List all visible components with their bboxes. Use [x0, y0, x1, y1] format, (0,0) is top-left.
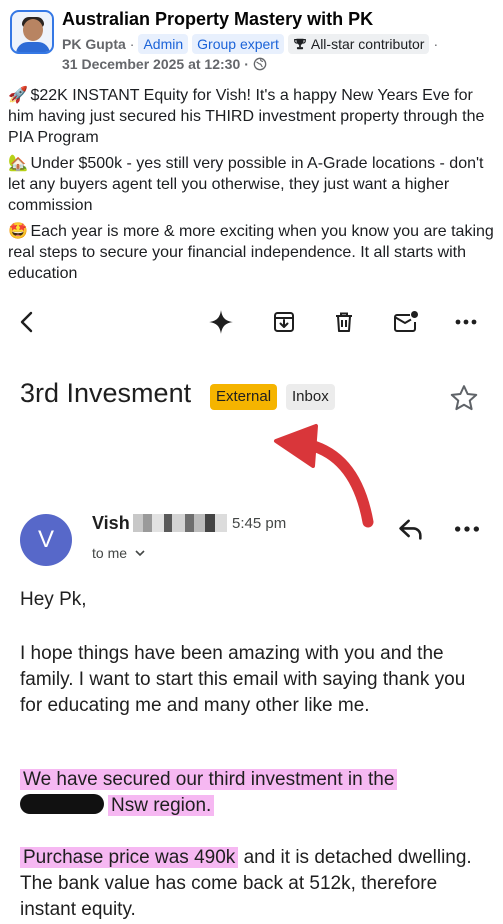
author-name[interactable]: PK Gupta — [62, 36, 126, 52]
avatar-face — [23, 19, 43, 41]
post-paragraph: 🏡 Under $500k - yes still very possible … — [8, 153, 498, 216]
globe-icon — [253, 57, 267, 71]
admin-badge: Admin — [138, 34, 189, 54]
email-time: 5:45 pm — [232, 515, 287, 532]
all-star-label: All-star contributor — [310, 36, 425, 52]
recipient-details[interactable]: to me — [92, 545, 145, 561]
recipient-label: to me — [92, 545, 128, 561]
sender-name[interactable]: Vish — [92, 513, 130, 534]
email-paragraph: Purchase price was 490k and it is detach… — [20, 845, 490, 923]
post-body: 🚀 $22K INSTANT Equity for Vish! It's a h… — [8, 85, 498, 289]
avatar-shirt — [16, 42, 50, 52]
reply-icon[interactable] — [397, 515, 425, 543]
gemini-sparkle-icon[interactable] — [205, 306, 237, 338]
post-date[interactable]: 31 December 2025 at 12:30 — [62, 56, 240, 72]
highlighted-text: Nsw region. — [108, 795, 215, 816]
separator-dot: · — [244, 56, 249, 72]
group-avatar[interactable] — [10, 10, 54, 54]
redacted-location — [20, 794, 104, 814]
email-paragraph-highlighted: We have secured our third investment in … — [20, 767, 490, 819]
post-paragraph: 🤩 Each year is more & more exciting when… — [8, 221, 498, 284]
post-paragraph-text: Under $500k - yes still very possible in… — [8, 155, 484, 214]
separator-dot: · — [433, 36, 439, 52]
pixelated-redaction — [133, 514, 227, 532]
post-paragraph-text: $22K INSTANT Equity for Vish! It's a hap… — [8, 87, 485, 146]
trophy-icon — [293, 38, 306, 50]
separator-dot: · — [129, 36, 135, 52]
external-label[interactable]: External — [210, 384, 278, 410]
more-options-icon[interactable] — [453, 515, 481, 543]
post-date-row: 31 December 2025 at 12:30 · — [62, 56, 267, 72]
email-subject: 3rd Invesment — [20, 378, 192, 408]
back-arrow-icon[interactable] — [12, 306, 44, 338]
all-star-badge: All-star contributor — [287, 34, 430, 54]
email-paragraph: I hope things have been amazing with you… — [20, 643, 466, 716]
post-paragraph: 🚀 $22K INSTANT Equity for Vish! It's a h… — [8, 85, 498, 148]
email-greeting: Hey Pk, — [20, 589, 87, 610]
highlighted-text: Purchase price was 490k — [20, 847, 239, 868]
email-toolbar — [0, 300, 503, 344]
post-header: Australian Property Mastery with PK PK G… — [0, 0, 503, 78]
chevron-down-icon — [135, 550, 145, 557]
group-expert-badge: Group expert — [192, 34, 284, 54]
highlighted-text: We have secured our third investment in … — [20, 769, 398, 790]
star-struck-emoji: 🤩 — [8, 223, 28, 240]
group-name[interactable]: Australian Property Mastery with PK — [62, 9, 373, 30]
post-paragraph-text: Each year is more & more exciting when y… — [8, 223, 494, 282]
rocket-emoji: 🚀 — [8, 87, 28, 104]
inbox-label[interactable]: Inbox — [286, 384, 335, 410]
star-icon[interactable] — [449, 383, 479, 413]
delete-icon[interactable] — [328, 306, 360, 338]
post-meta: PK Gupta · Admin Group expert All-star c… — [62, 33, 438, 55]
archive-icon[interactable] — [268, 306, 300, 338]
more-options-icon[interactable] — [450, 306, 482, 338]
mark-unread-icon[interactable] — [390, 306, 422, 338]
sender-avatar[interactable]: V — [20, 514, 72, 566]
house-emoji: 🏡 — [8, 155, 28, 172]
